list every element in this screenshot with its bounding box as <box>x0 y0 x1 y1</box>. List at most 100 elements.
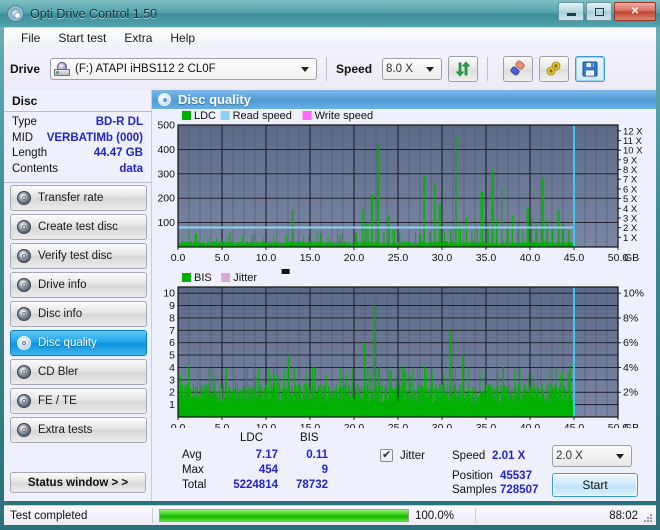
svg-text:4: 4 <box>169 362 175 374</box>
sidebar-item-disc-quality[interactable]: Disc quality <box>10 330 147 356</box>
minimize-button[interactable] <box>558 2 584 21</box>
svg-text:6 X: 6 X <box>623 184 638 195</box>
status-bar: Test completed 100.0% 88:02 <box>4 505 656 525</box>
disc-info-key: Type <box>12 116 37 128</box>
erase-button[interactable] <box>503 56 534 82</box>
svg-text:4 X: 4 X <box>623 204 638 215</box>
speed-select[interactable]: 8.0 X <box>382 58 443 80</box>
optical-drive-icon <box>54 62 71 76</box>
svg-text:10: 10 <box>163 288 175 300</box>
window-title: Opti Drive Control 1.50 <box>30 6 158 21</box>
svg-text:Read speed: Read speed <box>233 110 292 122</box>
sidebar-item-label: CD Bler <box>38 366 79 378</box>
svg-text:8: 8 <box>169 312 175 324</box>
progress-percent: 100.0% <box>415 509 455 522</box>
svg-text:7: 7 <box>169 325 175 337</box>
maximize-button[interactable] <box>586 2 612 21</box>
svg-text:9: 9 <box>169 300 175 312</box>
svg-text:2%: 2% <box>623 387 638 399</box>
menu-file[interactable]: File <box>12 29 49 47</box>
sidebar-item-disc-info[interactable]: Disc info <box>10 301 147 327</box>
svg-text:Write speed: Write speed <box>315 110 374 122</box>
disc-info-value: data <box>119 162 143 175</box>
chevron-down-icon <box>426 66 435 72</box>
svg-text:15.0: 15.0 <box>300 252 321 264</box>
stats-max-bis: 9 <box>321 464 328 476</box>
content-panel: Disc quality LDC Read speed Write speed 100… <box>152 90 656 501</box>
disc-icon <box>17 220 31 234</box>
svg-text:400: 400 <box>157 144 175 156</box>
samples-label: Samples <box>452 484 497 496</box>
sidebar: Disc Type BD-R DL MID VERBATIMb (000) Le… <box>4 90 152 501</box>
disc-icon <box>17 191 31 205</box>
svg-text:35.0: 35.0 <box>476 252 497 264</box>
sidebar-item-fe-te[interactable]: FE / TE <box>10 388 147 414</box>
sidebar-item-cd-bler[interactable]: CD Bler <box>10 359 147 385</box>
stats-row-label-max: Max <box>182 464 204 476</box>
start-button[interactable]: Start <box>552 473 638 497</box>
minimize-icon <box>566 13 576 16</box>
refresh-button[interactable] <box>448 56 479 82</box>
svg-text:100: 100 <box>157 217 175 229</box>
disc-info-value: VERBATIMb (000) <box>46 131 143 144</box>
disc-info-table: Type BD-R DL MID VERBATIMb (000) Length … <box>4 112 151 183</box>
svg-text:GB: GB <box>624 252 639 264</box>
elapsed-time: 88:02 <box>609 509 638 522</box>
menu-bar: File Start test Extra Help <box>4 27 656 48</box>
status-window-button[interactable]: Status window > > <box>10 472 146 493</box>
resize-grip-icon[interactable] <box>642 512 654 524</box>
jitter-checkbox[interactable] <box>380 448 393 462</box>
disc-icon <box>17 423 31 437</box>
sidebar-item-verify-test-disc[interactable]: Verify test disc <box>10 243 147 269</box>
progress-bar-fill <box>160 510 408 521</box>
disc-quality-charts[interactable]: LDC Read speed Write speed 100 200 300 400 500 1… <box>152 109 656 434</box>
toolbar-divider-1 <box>326 57 328 81</box>
progress-bar <box>159 509 409 522</box>
close-button[interactable]: ✕ <box>614 2 656 21</box>
svg-text:12 X: 12 X <box>623 126 643 137</box>
panel-title: Disc quality <box>178 92 251 107</box>
svg-text:6%: 6% <box>623 337 638 349</box>
test-speed-select[interactable]: 2.0 X <box>552 445 632 467</box>
application-window: Opti Drive Control 1.50 ✕ File Start tes… <box>0 0 660 530</box>
menu-start-test[interactable]: Start test <box>49 29 115 47</box>
svg-text:10.0: 10.0 <box>256 252 277 264</box>
svg-text:7 X: 7 X <box>623 175 638 186</box>
svg-text:1 X: 1 X <box>623 233 638 244</box>
sidebar-item-label: FE / TE <box>38 395 77 407</box>
svg-text:500: 500 <box>157 120 175 132</box>
disc-info-row-contents: Contents data <box>12 162 143 178</box>
settings-button[interactable] <box>539 56 570 82</box>
chevron-down-icon <box>616 453 624 459</box>
chevron-down-icon <box>301 66 310 72</box>
save-button[interactable] <box>575 56 606 82</box>
svg-text:9 X: 9 X <box>623 155 638 166</box>
disc-info-key: MID <box>12 131 34 144</box>
disc-icon <box>17 307 31 321</box>
disc-icon <box>17 394 31 408</box>
sidebar-item-label: Transfer rate <box>38 192 104 204</box>
svg-text:200: 200 <box>157 193 175 205</box>
svg-text:3 X: 3 X <box>623 213 638 224</box>
disc-info-row-length: Length 44.47 GB <box>12 146 143 162</box>
toolbar-divider-2 <box>487 57 489 81</box>
tools-icon <box>546 61 561 76</box>
title-bar: Opti Drive Control 1.50 ✕ <box>0 0 660 27</box>
disc-icon <box>17 249 31 263</box>
sidebar-item-label: Verify test disc <box>38 250 113 262</box>
sidebar-item-drive-info[interactable]: Drive info <box>10 272 147 298</box>
drive-select[interactable]: (F:) ATAPI iHBS112 2 CL0F <box>50 58 318 80</box>
disc-quality-icon <box>158 93 171 106</box>
sidebar-item-transfer-rate[interactable]: Transfer rate <box>10 185 147 211</box>
status-message: Test completed <box>10 509 88 522</box>
sidebar-item-label: Extra tests <box>38 424 93 436</box>
drive-select-value: (F:) ATAPI iHBS112 2 CL0F <box>75 63 216 75</box>
sidebar-item-create-test-disc[interactable]: Create test disc <box>10 214 147 240</box>
menu-help[interactable]: Help <box>161 29 204 47</box>
disc-info-key: Contents <box>12 162 59 175</box>
svg-text:25.0: 25.0 <box>388 252 409 264</box>
menu-extra[interactable]: Extra <box>115 29 161 47</box>
sidebar-item-extra-tests[interactable]: Extra tests <box>10 417 147 443</box>
sidebar-item-label: Create test disc <box>38 221 118 233</box>
app-disc-icon <box>7 5 24 22</box>
